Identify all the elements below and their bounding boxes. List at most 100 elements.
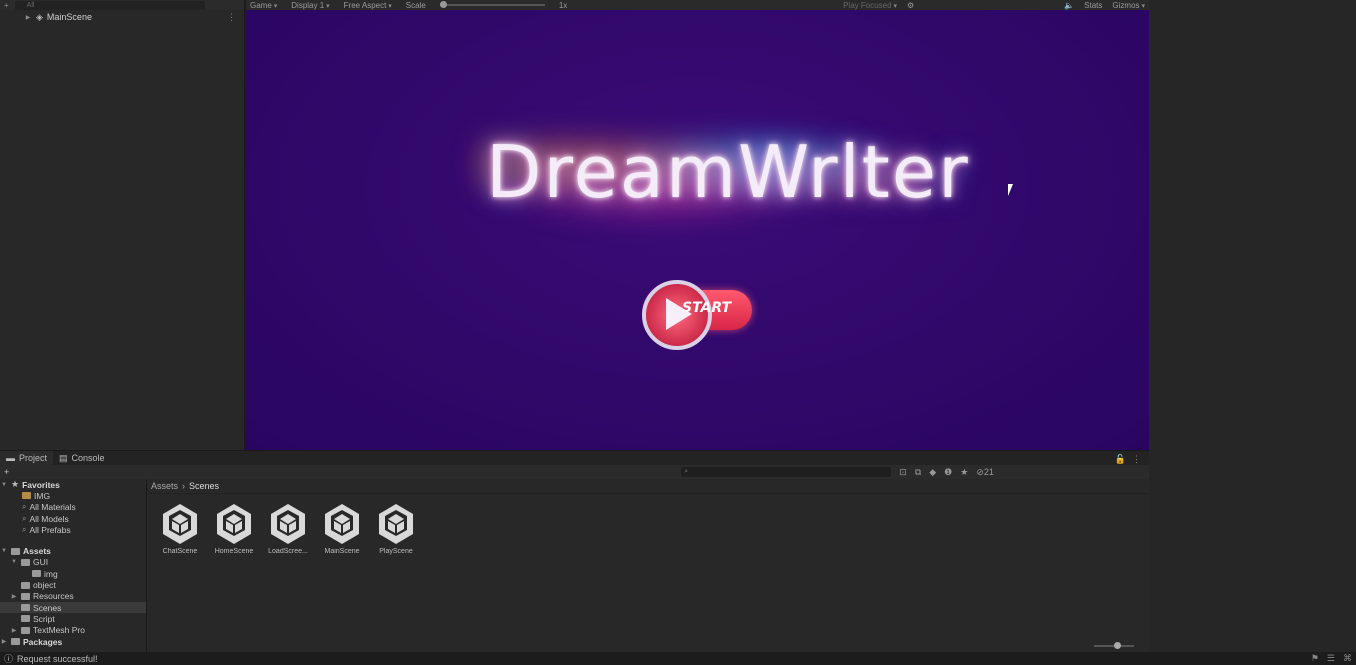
tree-label: Favorites (22, 479, 60, 490)
icon-size-slider[interactable] (1094, 642, 1134, 649)
start-button[interactable]: START (642, 280, 752, 350)
stats-toggle[interactable]: Stats (1084, 1, 1102, 10)
scale-slider[interactable] (439, 1, 545, 8)
unity-scene-icon (379, 504, 413, 544)
network-icon[interactable]: ⌘ (1343, 653, 1352, 664)
tree-item-script[interactable]: Script (0, 613, 146, 624)
asset-tile-scene[interactable]: LoadScree... (268, 502, 308, 555)
game-toolbar: Game Display 1 Free Aspect Scale 1x Play… (246, 0, 1149, 10)
tree-item-all-materials[interactable]: ⌕ All Materials (0, 502, 146, 513)
search-placeholder: All (26, 1, 35, 9)
expand-arrow-icon[interactable]: ▶ (10, 627, 18, 634)
tree-packages[interactable]: ▶ Packages (0, 636, 146, 647)
debug-icon[interactable]: ⚑ (1311, 653, 1319, 664)
tree-item-resources[interactable]: ▶ Resources (0, 591, 146, 602)
tree-item-object[interactable]: object (0, 579, 146, 590)
hidden-count: 21 (983, 466, 994, 477)
favorite-star-icon[interactable]: ★ (960, 467, 968, 478)
play-mode-dropdown[interactable]: Play Focused (843, 1, 897, 10)
icon-size-slider-knob[interactable] (1114, 642, 1121, 649)
status-message[interactable]: Request successful! (17, 654, 98, 664)
mouse-cursor-icon (1008, 184, 1013, 196)
star-icon: ★ (11, 479, 20, 490)
project-tab-bar: ▬ Project ▤ Console 🔓 ⋮ (0, 451, 1149, 465)
add-button[interactable]: + (4, 1, 9, 10)
unity-scene-icon (271, 504, 305, 544)
asset-tile-scene[interactable]: PlayScene (376, 502, 416, 555)
hidden-packages-icon[interactable]: ⊘21 (976, 467, 994, 478)
tree-item-scenes[interactable]: Scenes (0, 601, 146, 614)
breadcrumb-item-assets[interactable]: Assets (151, 481, 178, 491)
tab-label: Console (71, 453, 105, 463)
scale-slider-knob[interactable] (439, 1, 447, 8)
tree-label: All Models (29, 513, 69, 524)
scene-name: MainScene (46, 12, 92, 22)
asset-label: HomeScene (214, 548, 254, 555)
tree-label: TextMesh Pro (33, 625, 85, 636)
expand-arrow-icon[interactable]: ▼ (10, 559, 18, 565)
folder-icon (21, 604, 30, 612)
audio-icon[interactable]: 🔈 (1064, 1, 1074, 10)
expand-arrow-icon[interactable]: ▶ (0, 638, 8, 645)
tree-item-gui[interactable]: ▼ GUI (0, 557, 146, 568)
folder-icon (22, 492, 31, 500)
tree-item-all-models[interactable]: ⌕ All Models (0, 513, 146, 524)
settings-icon[interactable]: ⚙ (907, 1, 914, 10)
search-icon: ⌕ (22, 502, 27, 512)
asset-label: MainScene (324, 548, 360, 555)
expand-arrow-icon[interactable]: ▼ (0, 548, 8, 554)
scale-label: Scale (405, 0, 426, 10)
hierarchy-panel: + All ▶ ◈ MainScene ⋮ (0, 0, 245, 450)
tree-label: Resources (33, 591, 74, 602)
add-asset-button[interactable]: + (4, 467, 9, 477)
project-search-input[interactable]: ⌕ (681, 467, 892, 477)
asset-label: PlayScene (379, 548, 413, 555)
hierarchy-item-scene[interactable]: ▶ ◈ MainScene ⋮ (0, 10, 244, 24)
folder-icon (21, 592, 30, 600)
layers-icon[interactable]: ☰ (1327, 653, 1335, 664)
search-by-label-icon[interactable]: ⧉ (915, 467, 921, 478)
tree-item-img-favorite[interactable]: IMG (0, 490, 146, 501)
folder-icon: ▬ (6, 453, 15, 463)
kebab-menu-icon[interactable]: ⋮ (227, 12, 236, 23)
display-dropdown[interactable]: Display 1 (291, 1, 329, 10)
asset-tile-scene[interactable]: ChatScene (160, 502, 200, 555)
tree-label: Script (33, 613, 55, 624)
tree-item-img[interactable]: img (0, 568, 146, 579)
expand-arrow-icon[interactable]: ▼ (0, 482, 8, 488)
asset-label: ChatScene (162, 548, 198, 555)
folder-icon (11, 547, 20, 555)
aspect-dropdown[interactable]: Free Aspect (344, 1, 392, 10)
tab-console[interactable]: ▤ Console (53, 451, 111, 465)
hierarchy-toolbar: + All (0, 0, 244, 10)
game-title: DreamWrlter (486, 130, 970, 214)
tree-label: Assets (23, 546, 51, 557)
game-canvas[interactable]: DreamWrlter START (246, 10, 1149, 450)
tab-project[interactable]: ▬ Project (0, 451, 54, 465)
tree-item-textmesh-pro[interactable]: ▶ TextMesh Pro (0, 625, 146, 636)
info-icon[interactable]: ❶ (944, 467, 952, 478)
view-dropdown[interactable]: Game (250, 1, 277, 10)
expand-arrow-icon[interactable]: ▶ (10, 593, 18, 600)
asset-tile-scene[interactable]: MainScene (322, 502, 362, 555)
start-label: START (682, 300, 732, 316)
tree-label: object (33, 580, 56, 591)
hierarchy-search-input[interactable]: All (14, 0, 205, 10)
tree-item-all-prefabs[interactable]: ⌕ All Prefabs (0, 524, 146, 535)
project-toolbar: + ⌕ ⊡ ⧉ ◆ ❶ ★ ⊘21 (0, 465, 1149, 479)
status-bar: ⓘ Request successful! ⚑ ☰ ⌘ (0, 652, 1356, 665)
asset-tile-scene[interactable]: HomeScene (214, 502, 254, 555)
tree-assets[interactable]: ▼ Assets (0, 545, 146, 556)
tree-favorites[interactable]: ▼ ★ Favorites (0, 479, 146, 490)
tag-icon[interactable]: ◆ (929, 467, 936, 478)
lock-icon[interactable]: 🔓 (1115, 454, 1126, 465)
project-panel: ▬ Project ▤ Console 🔓 ⋮ + ⌕ ⊡ ⧉ ◆ ❶ ★ ⊘2… (0, 450, 1149, 653)
gizmos-dropdown[interactable]: Gizmos (1112, 1, 1145, 10)
expand-arrow-icon[interactable]: ▶ (24, 14, 32, 21)
folder-icon (21, 558, 30, 566)
breadcrumb-item-scenes[interactable]: Scenes (189, 481, 219, 491)
search-by-type-icon[interactable]: ⊡ (899, 467, 907, 478)
kebab-menu-icon[interactable]: ⋮ (1132, 454, 1141, 465)
inspector-panel (1149, 0, 1356, 652)
